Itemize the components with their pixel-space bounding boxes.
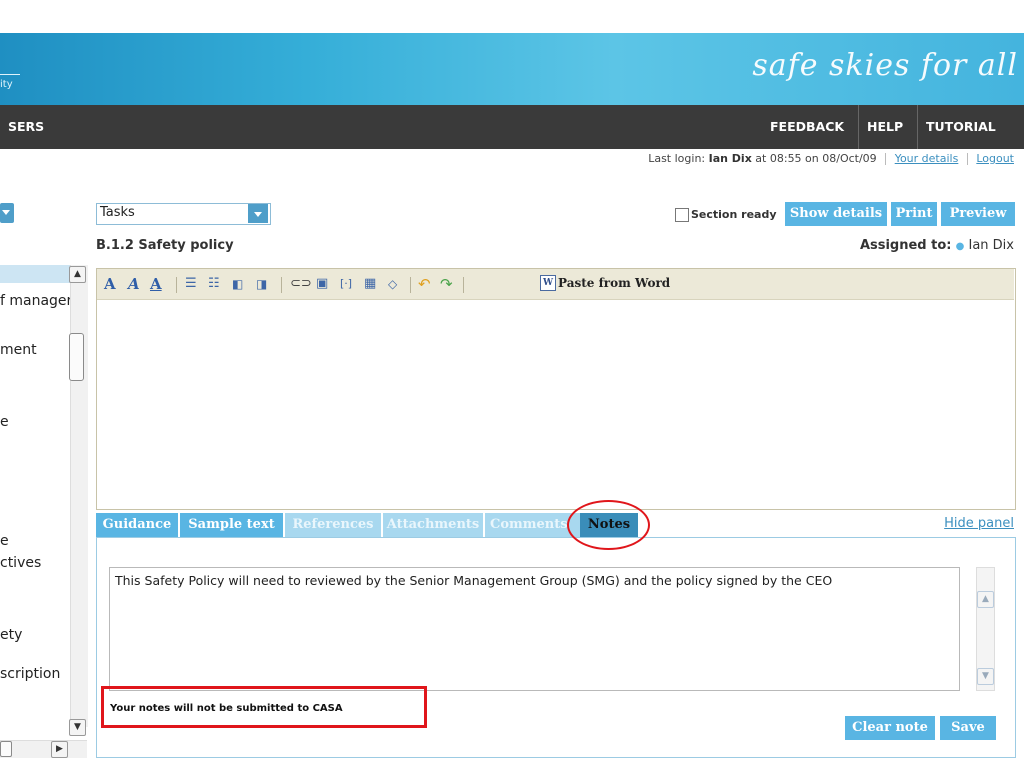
tagline: safe skies for all <box>752 48 1018 83</box>
redo-icon[interactable]: ↷ <box>440 274 453 294</box>
notes-content: This Safety Policy will need to reviewed… <box>115 573 833 588</box>
toolbar-divider <box>281 277 282 293</box>
tab-sample-text[interactable]: Sample text <box>180 513 283 537</box>
scroll-down-icon[interactable]: ▼ <box>977 668 994 685</box>
bullet-list-icon[interactable]: ☷ <box>208 274 220 294</box>
assigned-name: Ian Dix <box>968 238 1015 253</box>
italic-font-icon[interactable]: A <box>128 274 140 294</box>
underline-font-icon[interactable]: A <box>150 274 162 294</box>
login-time: at 08:55 on 08/Oct/09 <box>751 152 877 165</box>
tab-guidance[interactable]: Guidance <box>96 513 178 537</box>
source-icon[interactable]: ◇ <box>388 274 397 294</box>
show-details-button[interactable]: Show details <box>785 202 887 226</box>
sidebar-item[interactable]: f manager <box>0 293 72 309</box>
sidebar-item[interactable]: e <box>0 414 9 430</box>
sidebar-item[interactable]: ety <box>0 627 22 643</box>
nav-item-help[interactable]: HELP <box>858 105 911 149</box>
login-info: Last login: Ian Dix at 08:55 on 08/Oct/0… <box>648 152 1014 165</box>
scroll-right-icon[interactable]: ▶ <box>51 741 68 758</box>
sidebar-item[interactable]: ctives <box>0 555 41 571</box>
save-button[interactable]: Save <box>940 716 996 740</box>
tab-references[interactable]: References <box>285 513 381 537</box>
login-user: Ian Dix <box>708 152 752 165</box>
login-prefix: Last login: <box>648 152 709 165</box>
divider <box>966 153 968 165</box>
nav-item-users[interactable]: SERS <box>0 105 52 149</box>
scroll-up-icon[interactable]: ▲ <box>69 266 86 283</box>
sidebar-selected-item[interactable] <box>0 265 70 283</box>
sidebar-item[interactable]: scription <box>0 666 60 682</box>
scroll-thumb-horizontal[interactable] <box>0 741 12 757</box>
numbered-list-icon[interactable]: ☰ <box>185 274 197 294</box>
undo-icon[interactable]: ↶ <box>418 274 431 294</box>
scroll-up-icon[interactable]: ▲ <box>977 591 994 608</box>
chevron-down-icon <box>2 210 10 215</box>
sidebar-horizontal-scrollbar[interactable] <box>0 740 87 758</box>
assigned-label: Assigned to: <box>859 238 952 253</box>
hide-panel-link[interactable]: Hide panel <box>944 516 1014 531</box>
clear-note-button[interactable]: Clear note <box>845 716 935 740</box>
brand-underline <box>0 74 20 75</box>
special-char-icon[interactable]: [·] <box>340 274 352 294</box>
logout-link[interactable]: Logout <box>976 152 1014 165</box>
scroll-down-icon[interactable]: ▼ <box>69 719 86 736</box>
print-button[interactable]: Print <box>891 202 937 226</box>
annotation-circle <box>567 500 650 550</box>
divider <box>885 153 887 165</box>
section-title: B.1.2 Safety policy <box>96 238 234 253</box>
annotation-box <box>101 686 427 728</box>
link-icon[interactable]: ⊂⊃ <box>290 274 312 294</box>
main-nav: SERS FEEDBACK HELP TUTORIAL <box>0 105 1024 149</box>
outdent-icon[interactable]: ◧ <box>232 274 243 294</box>
table-icon[interactable]: ▦ <box>364 274 376 294</box>
tab-attachments[interactable]: Attachments <box>383 513 483 537</box>
sidebar-item[interactable]: e <box>0 533 9 549</box>
brand-text-fragment: ity <box>0 79 13 90</box>
toolbar-divider <box>463 277 464 293</box>
nav-item-tutorial[interactable]: TUTORIAL <box>917 105 1004 149</box>
section-ready-label: Section ready <box>691 208 777 221</box>
image-icon[interactable]: ▣ <box>316 274 328 294</box>
nav-item-feedback[interactable]: FEEDBACK <box>762 105 852 149</box>
chevron-down-icon <box>254 212 262 217</box>
indent-icon[interactable]: ◨ <box>256 274 267 294</box>
toolbar-divider <box>176 277 177 293</box>
sidebar-item[interactable]: ment <box>0 342 37 358</box>
toolbar-divider <box>410 277 411 293</box>
paste-word-icon[interactable]: W <box>540 275 556 291</box>
scroll-thumb[interactable] <box>69 333 84 381</box>
paste-from-word-button[interactable]: Paste from Word <box>558 276 670 290</box>
preview-button[interactable]: Preview <box>941 202 1015 226</box>
tasks-select-value: Tasks <box>100 205 135 220</box>
rich-text-editor[interactable] <box>96 268 1016 510</box>
font-icon[interactable]: A <box>104 274 116 294</box>
status-dot-icon: ● <box>955 241 965 252</box>
your-details-link[interactable]: Your details <box>895 152 959 165</box>
section-ready-checkbox[interactable] <box>675 208 689 222</box>
assigned-to: Assigned to: ● Ian Dix <box>860 238 1014 253</box>
